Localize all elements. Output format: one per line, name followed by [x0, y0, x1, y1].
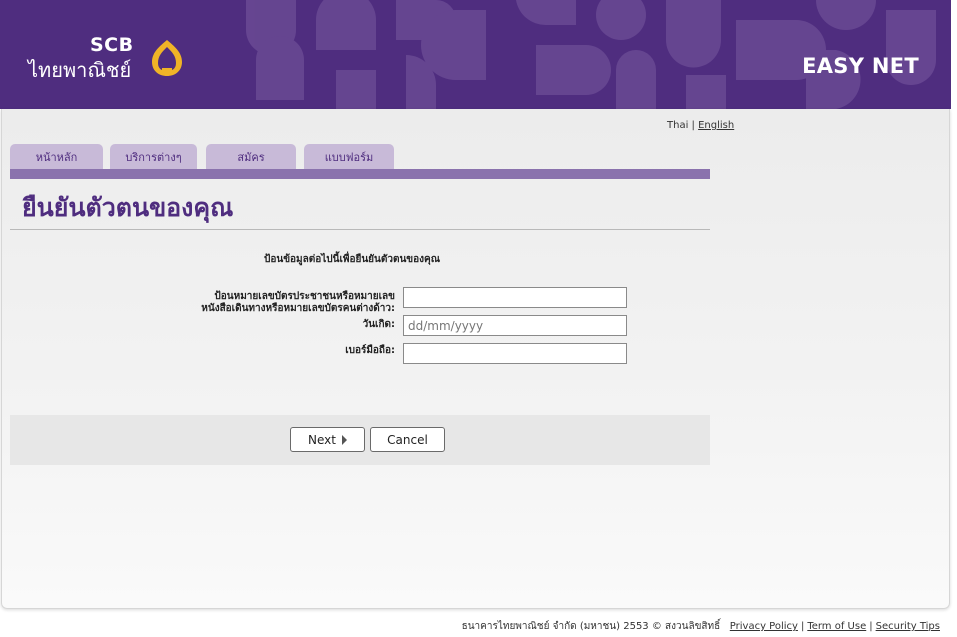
page-title: ยืนยันตัวตนของคุณ	[22, 193, 234, 222]
dob-input[interactable]	[403, 315, 627, 336]
header-banner: SCB ไทยพาณิชย์ EASY NET	[0, 0, 951, 109]
privacy-policy-link[interactable]: Privacy Policy	[730, 621, 798, 632]
tab-services[interactable]: บริการต่างๆ	[110, 144, 197, 170]
tab-bar	[10, 169, 710, 179]
copyright-text: ธนาคารไทยพาณิชย์ จำกัด (มหาชน) 2553 © สง…	[461, 621, 721, 632]
scb-emblem-icon	[152, 40, 182, 76]
language-switcher: Thai | English	[667, 120, 734, 131]
footer-separator: |	[800, 621, 805, 632]
dob-label: วันเกิด:	[362, 319, 395, 330]
easy-net-brand: EASY NET	[802, 54, 919, 78]
footer-separator: |	[869, 621, 873, 632]
logo-thai-text: ไทยพาณิชย์	[28, 58, 132, 82]
id-number-input[interactable]	[403, 287, 627, 308]
id-number-label-line2: หนังสือเดินทางหรือหมายเลขบัตรคนต่างด้าว:	[201, 303, 395, 314]
terms-of-use-link[interactable]: Term of Use	[807, 621, 866, 632]
footer: ธนาคารไทยพาณิชย์ จำกัด (มหาชน) 2553 © สง…	[462, 619, 940, 634]
cancel-button[interactable]: Cancel	[370, 427, 445, 452]
lang-separator: |	[691, 120, 695, 131]
next-button[interactable]: Next	[290, 427, 365, 452]
next-button-label: Next	[308, 432, 336, 447]
cancel-button-label: Cancel	[387, 432, 428, 447]
tab-forms[interactable]: แบบฟอร์ม	[304, 144, 394, 170]
id-number-label: ป้อนหมายเลขบัตรประชาชนหรือหมายเลข หนังสื…	[180, 291, 395, 315]
security-tips-link[interactable]: Security Tips	[876, 621, 940, 632]
lang-english-link[interactable]: English	[698, 120, 734, 131]
tab-home[interactable]: หน้าหลัก	[10, 144, 103, 170]
id-number-label-line1: ป้อนหมายเลขบัตรประชาชนหรือหมายเลข	[214, 291, 395, 302]
instruction-text: ป้อนข้อมูลต่อไปนี้เพื่อยืนยันตัวตนของคุณ	[264, 254, 441, 265]
scb-logo[interactable]: SCB ไทยพาณิชย์	[28, 34, 198, 84]
tab-register[interactable]: สมัคร	[206, 144, 296, 170]
lang-thai-link[interactable]: Thai	[667, 120, 688, 131]
mobile-input[interactable]	[403, 343, 627, 364]
mobile-label: เบอร์มือถือ:	[345, 345, 395, 356]
title-divider	[10, 229, 710, 230]
arrow-right-icon	[341, 434, 347, 445]
logo-scb-text: SCB	[90, 34, 134, 56]
